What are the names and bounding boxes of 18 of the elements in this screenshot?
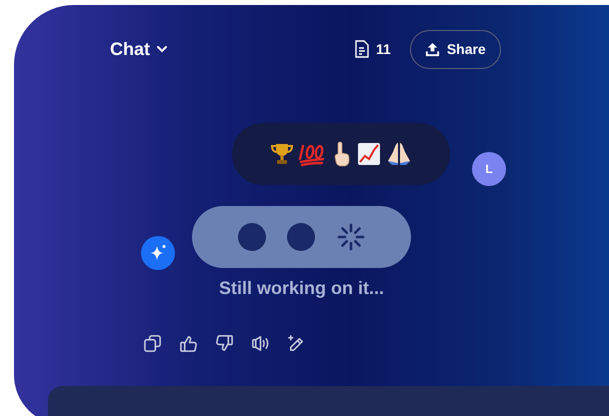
chevron-down-icon — [156, 43, 168, 55]
message-input-field[interactable] — [48, 386, 609, 416]
status-text: Still working on it... — [219, 278, 384, 298]
chart-increasing-icon — [356, 141, 382, 167]
trophy-icon — [269, 141, 295, 167]
thumbs-down-icon[interactable] — [215, 334, 234, 353]
document-icon — [354, 39, 370, 59]
speaker-icon[interactable] — [251, 334, 270, 353]
share-button[interactable]: Share — [410, 30, 501, 68]
upload-icon — [424, 42, 440, 56]
thumbs-up-icon[interactable] — [179, 334, 198, 353]
praying-hands-icon — [385, 141, 413, 167]
user-avatar: L — [472, 152, 506, 186]
sparkle-pencil-icon[interactable] — [287, 334, 306, 353]
chat-menu-button[interactable]: Chat — [110, 36, 168, 62]
copy-icon[interactable] — [143, 334, 162, 353]
documents-button[interactable]: 11 — [354, 38, 391, 60]
loading-spinner-icon — [336, 222, 366, 252]
